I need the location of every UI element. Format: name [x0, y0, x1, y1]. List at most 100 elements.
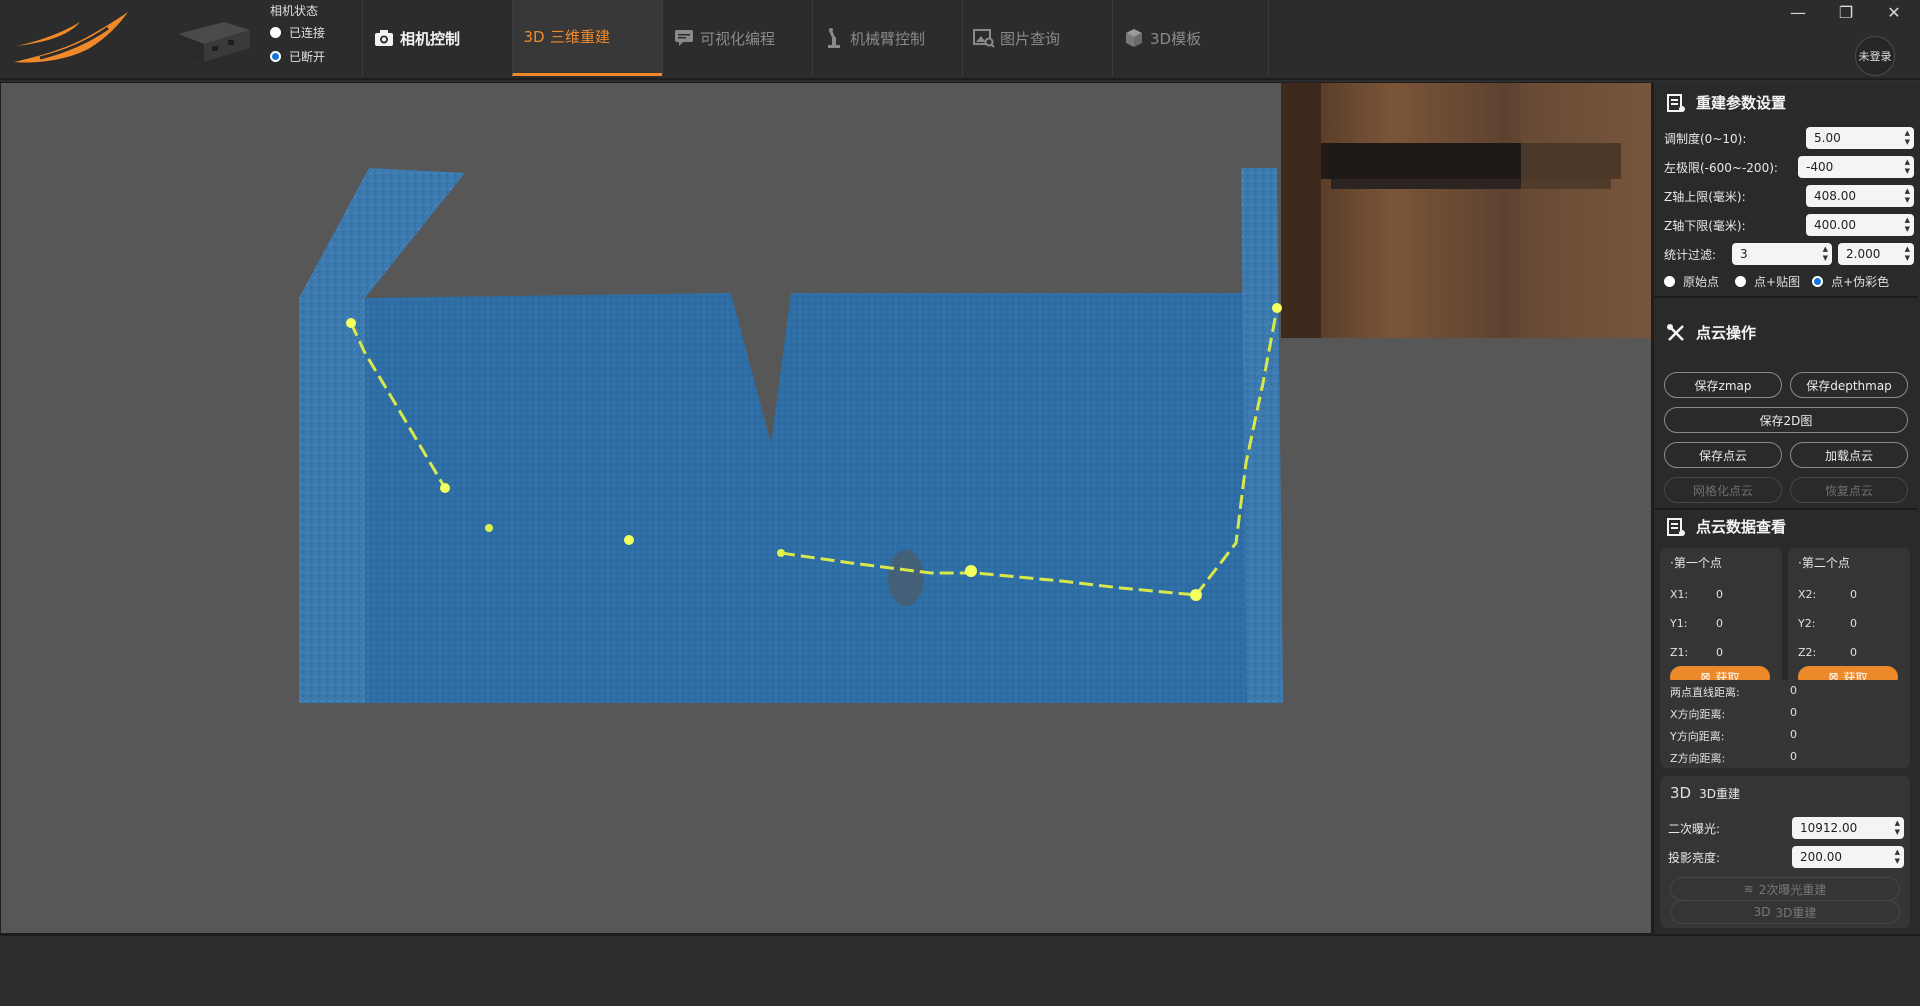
modulation-label: 调制度(0~10): [1664, 131, 1747, 146]
point-cloud-render [299, 83, 1651, 703]
right-panel: 重建参数设置 调制度(0~10): 5.00 ▲ ▼ 左极限(-600~-200)… [1652, 82, 1920, 934]
z-distance-row: Z方向距离: 0 [1670, 750, 1797, 766]
left-limit-label: 左极限(-600~-200): [1664, 160, 1778, 175]
radio-connected-label: 已连接 [289, 25, 326, 40]
radio-raw-points-label: 原始点 [1683, 274, 1720, 289]
radio-points-texture-indicator[interactable] [1735, 275, 1747, 287]
spin-arrows-icon[interactable]: ▲ ▼ [1905, 216, 1910, 234]
z-upper-spinbox[interactable]: 408.00 ▲ ▼ [1806, 185, 1914, 207]
x1-row: X1: 0 [1670, 588, 1723, 601]
second-exposure-spinbox[interactable]: 10912.00 ▲ ▼ [1792, 817, 1904, 839]
z-distance-value: 0 [1790, 750, 1797, 763]
y2-label: Y2: [1798, 617, 1816, 630]
left-limit-value: -400 [1806, 160, 1834, 174]
spin-arrows-icon[interactable]: ▲ ▼ [1905, 158, 1910, 176]
z2-label: Z2: [1798, 646, 1817, 659]
cloud-view-header: 点云数据查看 [1666, 516, 1786, 537]
spin-arrows-icon[interactable]: ▲ ▼ [1895, 848, 1900, 866]
restore-point-cloud-button[interactable]: 恢复点云 [1790, 477, 1908, 503]
camera-icon [373, 27, 395, 49]
spin-arrows-icon[interactable]: ▲ ▼ [1905, 187, 1910, 205]
second-exposure-value: 10912.00 [1800, 821, 1858, 835]
z-distance-label: Z方向距离: [1670, 752, 1726, 765]
spin-arrows-icon[interactable]: ▲ ▼ [1823, 245, 1828, 263]
recon3d-button[interactable]: 3D 3D重建 [1670, 900, 1900, 924]
settings-list-icon [1667, 93, 1685, 112]
minimize-button[interactable]: — [1778, 0, 1818, 24]
restore-button[interactable]: ❐ [1826, 0, 1866, 24]
3d-icon: 3D [1670, 784, 1692, 802]
radio-raw-points[interactable]: 原始点 [1664, 269, 1719, 293]
tab-camera-control[interactable]: 相机控制 [362, 0, 512, 76]
close-button[interactable]: ✕ [1874, 0, 1914, 24]
second-exposure-recon-label: 2次曝光重建 [1758, 882, 1827, 897]
second-exposure-recon-button[interactable]: ≋ 2次曝光重建 [1670, 877, 1900, 901]
radio-points-pseudocolor-label: 点+伪彩色 [1831, 274, 1890, 289]
radio-points-texture[interactable]: 点+贴图 [1735, 269, 1800, 293]
chat-bubble-icon [673, 27, 695, 49]
recon3d-box: 3D 3D重建 二次曝光: 10912.00 ▲ ▼ 投影亮度: 200.00 ▲… [1660, 776, 1910, 928]
save-point-cloud-button[interactable]: 保存点云 [1664, 442, 1782, 468]
save-2d-image-button[interactable]: 保存2D图 [1664, 407, 1908, 433]
z-lower-spinbox[interactable]: 400.00 ▲ ▼ [1806, 214, 1914, 236]
spin-arrows-icon[interactable]: ▲ ▼ [1905, 245, 1910, 263]
y-distance-label: Y方向距离: [1670, 730, 1725, 743]
section-divider [1654, 296, 1918, 298]
tab-image-query[interactable]: 图片查询 [962, 0, 1112, 76]
radio-points-pseudocolor[interactable]: 点+伪彩色 [1812, 269, 1889, 293]
display-mode-row: 原始点 点+贴图 点+伪彩色 [1664, 269, 1920, 293]
radio-disconnected-indicator[interactable] [270, 50, 281, 62]
x2-row: X2: 0 [1798, 588, 1857, 601]
radio-connected-indicator[interactable] [270, 26, 281, 38]
stat-filter-row: 统计过滤: 3 ▲ ▼ 2.000 ▲ ▼ [1664, 242, 1914, 266]
modulation-value: 5.00 [1814, 131, 1841, 145]
login-button[interactable]: 未登录 [1855, 36, 1895, 76]
stat-filter-spinbox-2[interactable]: 2.000 ▲ ▼ [1838, 243, 1914, 265]
bottom-bar [0, 934, 1920, 1006]
radio-disconnected[interactable]: 已断开 [270, 44, 360, 68]
save-zmap-button[interactable]: 保存zmap [1664, 372, 1782, 398]
recon3d-title: 3D重建 [1699, 786, 1740, 801]
load-point-cloud-button[interactable]: 加载点云 [1790, 442, 1908, 468]
point-cloud-viewport[interactable] [0, 82, 1652, 934]
x1-value: 0 [1716, 588, 1723, 601]
projection-brightness-label: 投影亮度: [1668, 850, 1721, 865]
distance-row: 两点直线距离: 0 [1670, 684, 1797, 700]
save-depthmap-button[interactable]: 保存depthmap [1790, 372, 1908, 398]
projection-brightness-value: 200.00 [1800, 850, 1842, 864]
data-list-icon [1667, 517, 1685, 536]
left-limit-spinbox[interactable]: -400 ▲ ▼ [1798, 156, 1914, 178]
spin-arrows-icon[interactable]: ▲ ▼ [1895, 819, 1900, 837]
z-upper-value: 408.00 [1814, 189, 1856, 203]
radio-raw-points-indicator[interactable] [1664, 275, 1675, 287]
y-distance-value: 0 [1790, 728, 1797, 741]
radio-connected[interactable]: 已连接 [270, 20, 360, 44]
stat-filter-label: 统计过滤: [1664, 247, 1717, 262]
tab-visual-programming[interactable]: 可视化编程 [662, 0, 812, 76]
layers-icon: ≋ [1743, 882, 1754, 896]
radio-points-pseudocolor-indicator[interactable] [1812, 275, 1824, 287]
cloud-ops-title: 点云操作 [1696, 324, 1757, 342]
recon-params-header: 重建参数设置 [1666, 92, 1786, 113]
robot-arm-icon [823, 27, 845, 49]
spin-arrows-icon[interactable]: ▲ ▼ [1905, 129, 1910, 147]
second-point-title: ·第二个点 [1798, 556, 1850, 570]
modulation-spinbox[interactable]: 5.00 ▲ ▼ [1806, 127, 1914, 149]
modulation-row: 调制度(0~10): 5.00 ▲ ▼ [1664, 126, 1914, 150]
tab-3d-reconstruction[interactable]: 3D 三维重建 [512, 0, 662, 76]
mesh-point-cloud-button[interactable]: 网格化点云 [1664, 477, 1782, 503]
tab-divider [1268, 0, 1269, 76]
tab-3d-template[interactable]: 3D模板 [1112, 0, 1262, 76]
z-upper-label: Z轴上限(毫米): [1664, 189, 1746, 204]
stat-filter-spinbox-1[interactable]: 3 ▲ ▼ [1732, 243, 1832, 265]
z1-value: 0 [1716, 646, 1723, 659]
y2-value: 0 [1850, 617, 1857, 630]
tab-robot-arm-control[interactable]: 机械臂控制 [812, 0, 962, 76]
projection-brightness-spinbox[interactable]: 200.00 ▲ ▼ [1792, 846, 1904, 868]
tools-icon [1667, 323, 1684, 341]
y2-row: Y2: 0 [1798, 617, 1857, 630]
second-exposure-row: 二次曝光: 10912.00 ▲ ▼ [1668, 816, 1904, 840]
z-lower-value: 400.00 [1814, 218, 1856, 232]
y-distance-row: Y方向距离: 0 [1670, 728, 1797, 744]
stat-filter-value-2: 2.000 [1846, 247, 1881, 261]
